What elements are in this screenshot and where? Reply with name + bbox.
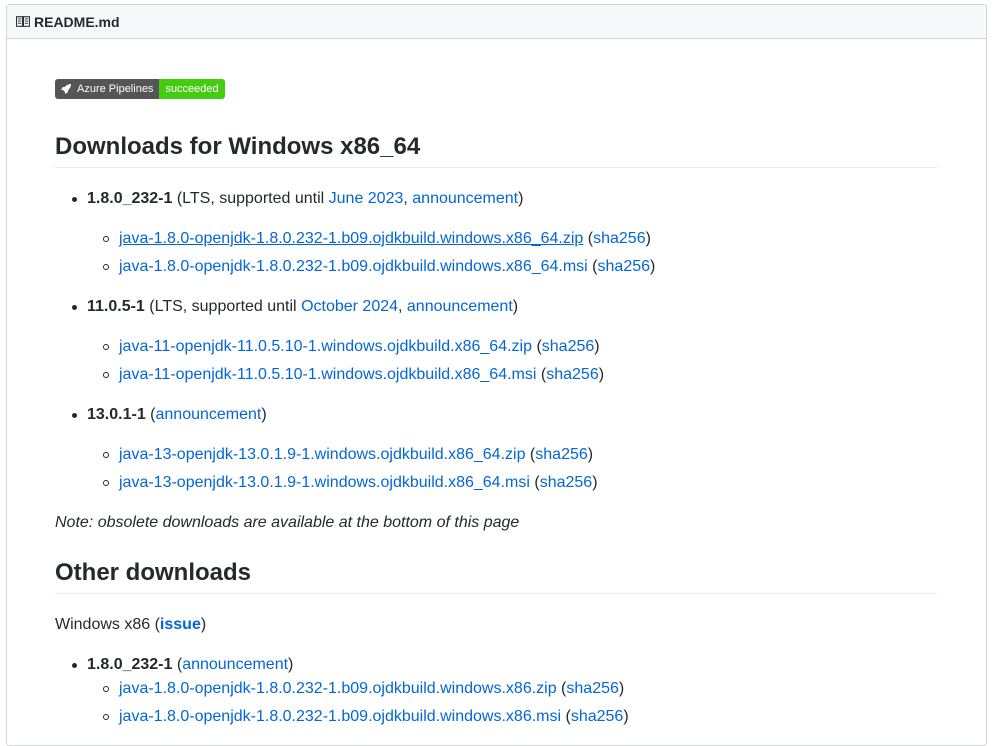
readme-header: README.md bbox=[7, 5, 986, 39]
sha256-link[interactable]: sha256 bbox=[593, 230, 646, 247]
text: ( bbox=[536, 366, 547, 383]
text: , bbox=[403, 190, 413, 207]
text: (LTS, supported until bbox=[144, 298, 302, 315]
list-item: java-11-openjdk-11.0.5.10-1.windows.ojdk… bbox=[55, 363, 969, 391]
azure-pipelines-badge[interactable]: Azure Pipelines succeeded bbox=[55, 79, 225, 99]
text: ( bbox=[583, 230, 594, 247]
version-label: 11.0.5-1 bbox=[87, 298, 145, 315]
bullet bbox=[103, 236, 109, 242]
list-item: 1.8.0_232-1 (LTS, supported until June 2… bbox=[55, 187, 937, 211]
download-link[interactable]: java-1.8.0-openjdk-1.8.0.232-1.b09.ojdkb… bbox=[119, 258, 588, 275]
download-link[interactable]: java-1.8.0-openjdk-1.8.0.232-1.b09.ojdkb… bbox=[119, 680, 557, 697]
list-item: java-13-openjdk-13.0.1.9-1.windows.ojdkb… bbox=[55, 471, 969, 499]
sha256-link[interactable]: sha256 bbox=[540, 474, 593, 491]
download-link[interactable]: java-13-openjdk-13.0.1.9-1.windows.ojdkb… bbox=[119, 446, 525, 463]
text: ) bbox=[645, 230, 651, 247]
sha256-link[interactable]: sha256 bbox=[566, 680, 619, 697]
bullet bbox=[72, 305, 77, 310]
text: Windows x86 ( bbox=[55, 616, 160, 633]
badge-left-label: Azure Pipelines bbox=[77, 83, 154, 95]
support-date-link[interactable]: October 2024 bbox=[301, 298, 398, 315]
sha256-link[interactable]: sha256 bbox=[571, 708, 624, 725]
list-item: java-13-openjdk-13.0.1.9-1.windows.ojdkb… bbox=[55, 443, 969, 471]
download-link[interactable]: java-11-openjdk-11.0.5.10-1.windows.ojdk… bbox=[119, 366, 536, 383]
text: ( bbox=[532, 338, 542, 355]
list-item: 13.0.1-1 (announcement) bbox=[55, 403, 937, 427]
download-link[interactable]: java-13-openjdk-13.0.1.9-1.windows.ojdkb… bbox=[119, 474, 530, 491]
book-icon bbox=[16, 16, 30, 27]
badge-left: Azure Pipelines bbox=[55, 79, 160, 99]
download-link[interactable]: java-11-openjdk-11.0.5.10-1.windows.ojdk… bbox=[119, 338, 532, 355]
sha256-link[interactable]: sha256 bbox=[546, 366, 599, 383]
heading-downloads-windows-x86-64: Downloads for Windows x86_64 bbox=[55, 133, 937, 168]
bullet bbox=[72, 663, 77, 668]
text: ) bbox=[200, 616, 207, 633]
text: ) bbox=[598, 366, 605, 383]
windows-x86-label: Windows x86 (issue) bbox=[55, 613, 206, 637]
text: ) bbox=[587, 446, 594, 463]
bullet bbox=[72, 197, 77, 202]
sha256-link[interactable]: sha256 bbox=[535, 446, 588, 463]
announcement-link[interactable]: announcement bbox=[412, 190, 518, 207]
heading-other-downloads: Other downloads bbox=[55, 559, 937, 594]
issue-link[interactable]: issue bbox=[160, 616, 201, 633]
bullet bbox=[103, 452, 109, 458]
list-item: 1.8.0_232-1 (announcement) bbox=[55, 653, 937, 677]
sha256-link[interactable]: sha256 bbox=[598, 258, 651, 275]
text: , bbox=[398, 298, 407, 315]
list-item: java-1.8.0-openjdk-1.8.0.232-1.b09.ojdkb… bbox=[55, 227, 969, 255]
text: ) bbox=[618, 680, 625, 697]
announcement-link[interactable]: announcement bbox=[407, 298, 513, 315]
announcement-link[interactable]: announcement bbox=[156, 406, 262, 423]
bullet bbox=[103, 372, 109, 378]
bullet bbox=[103, 264, 109, 270]
bullet bbox=[103, 714, 109, 720]
text: ) bbox=[518, 190, 524, 207]
text: ( bbox=[172, 656, 183, 673]
text: ) bbox=[594, 338, 600, 355]
text: ( bbox=[561, 708, 571, 725]
text: ) bbox=[512, 298, 519, 315]
text: ( bbox=[529, 474, 540, 491]
readme-content: Azure Pipelines succeeded Downloads for … bbox=[55, 79, 937, 725]
text: ) bbox=[261, 406, 267, 423]
rocket-icon bbox=[61, 84, 71, 94]
sha256-link[interactable]: sha256 bbox=[542, 338, 595, 355]
bullet bbox=[72, 413, 77, 418]
badge-status: succeeded bbox=[159, 79, 225, 99]
text: ( bbox=[145, 406, 156, 423]
version-label: 13.0.1-1 bbox=[87, 406, 146, 423]
text: (LTS, supported until bbox=[172, 190, 329, 207]
list-item: java-11-openjdk-11.0.5.10-1.windows.ojdk… bbox=[55, 335, 969, 363]
readme-filename: README.md bbox=[34, 13, 120, 30]
download-link[interactable]: java-1.8.0-openjdk-1.8.0.232-1.b09.ojdkb… bbox=[119, 708, 561, 725]
bullet bbox=[103, 686, 109, 692]
download-link[interactable]: java-1.8.0-openjdk-1.8.0.232-1.b09.ojdkb… bbox=[119, 230, 583, 247]
text: ( bbox=[587, 258, 598, 275]
text: ) bbox=[650, 258, 656, 275]
readme-box: README.md Azure Pipelines succeeded Down… bbox=[6, 4, 987, 746]
text: ( bbox=[556, 680, 567, 697]
list-item: java-1.8.0-openjdk-1.8.0.232-1.b09.ojdkb… bbox=[55, 255, 969, 283]
text: ) bbox=[623, 708, 629, 725]
text: ) bbox=[288, 656, 294, 673]
list-item: java-1.8.0-openjdk-1.8.0.232-1.b09.ojdkb… bbox=[55, 677, 969, 705]
support-date-link[interactable]: June 2023 bbox=[329, 190, 404, 207]
bullet bbox=[103, 480, 109, 486]
version-label: 1.8.0_232-1 bbox=[87, 190, 173, 207]
bullet bbox=[103, 344, 109, 350]
list-item: java-1.8.0-openjdk-1.8.0.232-1.b09.ojdkb… bbox=[55, 705, 969, 733]
list-item: 11.0.5-1 (LTS, supported until October 2… bbox=[55, 295, 937, 319]
announcement-link[interactable]: announcement bbox=[182, 656, 288, 673]
obsolete-note: Note: obsolete downloads are available a… bbox=[55, 514, 520, 531]
version-label: 1.8.0_232-1 bbox=[87, 656, 173, 673]
text: ) bbox=[592, 474, 598, 491]
text: ( bbox=[525, 446, 536, 463]
